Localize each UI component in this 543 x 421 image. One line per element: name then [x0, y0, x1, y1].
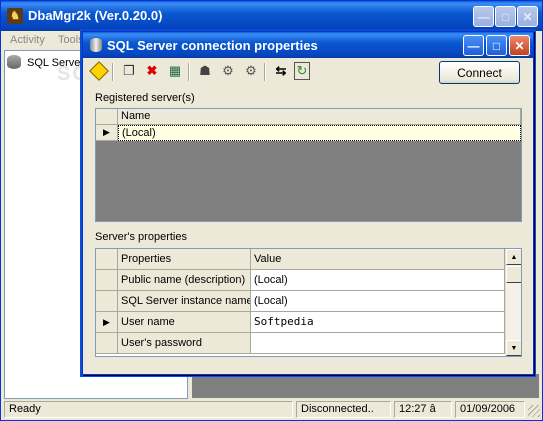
property-name: SQL Server instance name	[118, 291, 251, 312]
server-group-icon[interactable]: ☗	[195, 61, 215, 81]
connect-button[interactable]: Connect	[439, 61, 520, 84]
refresh-icon[interactable]: ↻	[294, 62, 310, 80]
scroll-down-icon[interactable]: ▼	[506, 340, 521, 356]
status-time: 12:27 â	[394, 401, 452, 418]
delete-icon[interactable]: ✖	[142, 61, 162, 81]
column-header-value[interactable]: Value	[251, 249, 505, 270]
disconnect-icon[interactable]: ⚙	[241, 61, 261, 81]
status-connection: Disconnected..	[296, 401, 391, 418]
row-indicator	[96, 333, 118, 354]
property-name: Public name (description)	[118, 270, 251, 291]
status-date: 01/09/2006	[455, 401, 525, 418]
table-row[interactable]: (Local)	[118, 125, 521, 141]
property-value[interactable]: (Local)	[251, 270, 505, 291]
dialog-toolbar: ❐ ✖ ▦ ☗ ⚙ ⚙ ⇆ ↻	[87, 61, 367, 83]
app-icon: ♞	[7, 8, 23, 24]
registered-servers-label: Registered server(s)	[95, 92, 195, 104]
server-properties-grid[interactable]: Properties Value Public name (descriptio…	[95, 248, 522, 357]
close-button[interactable]: ✕	[517, 6, 538, 27]
right-panel	[192, 374, 539, 398]
dialog-minimize-button[interactable]: —	[463, 35, 484, 56]
scroll-up-icon[interactable]: ▲	[506, 249, 521, 265]
connect-icon[interactable]: ⚙	[218, 61, 238, 81]
menu-tools[interactable]: Tools	[58, 34, 84, 46]
resize-grip-icon[interactable]	[528, 405, 540, 417]
dialog-titlebar[interactable]: SQL Server connection properties — □ ✕	[83, 32, 533, 58]
status-bar: Ready Disconnected.. 12:27 â 01/09/2006	[1, 399, 542, 420]
main-titlebar[interactable]: ♞ DbaMgr2k (Ver.0.20.0) — □ ✕	[1, 1, 542, 31]
status-ready: Ready	[4, 401, 293, 418]
dialog-close-button[interactable]: ✕	[509, 35, 530, 56]
property-name: User name	[118, 312, 251, 333]
properties-scrollbar[interactable]: ▲ ▼	[505, 249, 521, 356]
toolbar-separator	[188, 63, 190, 81]
toolbar-separator	[112, 63, 114, 81]
grid-corner	[96, 109, 118, 125]
dialog-db-icon	[90, 38, 102, 52]
toolbar-separator	[264, 63, 266, 81]
registered-servers-grid[interactable]: Name ▶ (Local)	[95, 108, 522, 222]
server-properties-label: Server's properties	[95, 231, 187, 243]
property-name: User's password	[118, 333, 251, 354]
main-title: DbaMgr2k (Ver.0.20.0)	[28, 8, 163, 23]
menu-activity[interactable]: Activity	[10, 34, 45, 46]
swap-icon[interactable]: ⇆	[271, 61, 291, 81]
column-header-properties[interactable]: Properties	[118, 249, 251, 270]
database-icon	[7, 55, 21, 69]
minimize-button[interactable]: —	[473, 6, 494, 27]
grid-corner	[96, 249, 118, 270]
row-indicator: ▶	[96, 312, 118, 333]
copy-icon[interactable]: ❐	[119, 61, 139, 81]
wizard-icon[interactable]	[89, 61, 109, 81]
connection-dialog: SQL Server connection properties — □ ✕ ❐…	[82, 31, 534, 375]
new-server-icon[interactable]: ▦	[165, 61, 185, 81]
maximize-button[interactable]: □	[495, 6, 516, 27]
property-value[interactable]: (Local)	[251, 291, 505, 312]
dialog-title: SQL Server connection properties	[107, 38, 318, 53]
row-indicator	[96, 270, 118, 291]
password-input[interactable]	[251, 333, 505, 354]
row-indicator	[96, 291, 118, 312]
user-name-input[interactable]: Softpedia	[251, 312, 505, 333]
row-indicator: ▶	[96, 125, 118, 141]
column-header-name[interactable]: Name	[118, 109, 521, 125]
dialog-maximize-button[interactable]: □	[486, 35, 507, 56]
scroll-thumb[interactable]	[506, 266, 521, 283]
